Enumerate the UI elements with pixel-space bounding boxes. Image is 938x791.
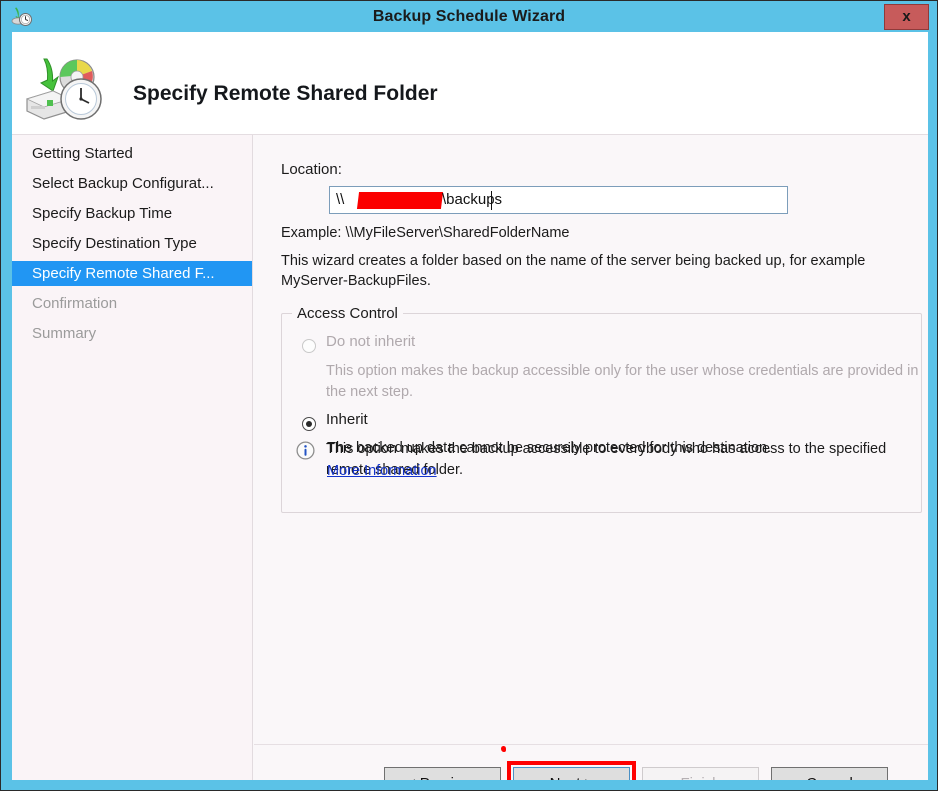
wizard-content-pane: Location: \\ \backups Example: \\MyFileS… xyxy=(254,135,928,780)
backup-disk-clock-icon xyxy=(17,55,109,127)
next-button[interactable]: Next > xyxy=(513,767,630,780)
wizard-client-area: Specify Remote Shared Folder Getting Sta… xyxy=(12,32,928,780)
cancel-button[interactable]: Cancel xyxy=(771,767,888,780)
location-input-suffix: \backups xyxy=(442,191,503,208)
radio-label-inherit[interactable]: Inherit xyxy=(326,411,368,428)
radio-icon-do-not-inherit xyxy=(302,339,316,353)
sidebar-item-getting-started[interactable]: Getting Started xyxy=(12,141,252,166)
page-header: Specify Remote Shared Folder xyxy=(12,32,928,135)
more-information-link[interactable]: More Information xyxy=(327,463,437,479)
window-title: Backup Schedule Wizard xyxy=(372,8,566,25)
page-title: Specify Remote Shared Folder xyxy=(133,82,438,105)
example-hint: Example: \\MyFileServer\SharedFolderName xyxy=(281,225,570,241)
footer-divider xyxy=(254,744,928,745)
radio-icon-inherit[interactable] xyxy=(302,417,316,431)
security-notice-text: The backed up data cannot be securely pr… xyxy=(327,440,772,456)
annotation-dot xyxy=(501,746,506,752)
finish-button: Finish xyxy=(642,767,759,780)
sidebar-item-specify-backup-time[interactable]: Specify Backup Time xyxy=(12,201,252,226)
wizard-steps-sidebar: Getting Started Select Backup Configurat… xyxy=(12,135,253,780)
access-control-legend: Access Control xyxy=(292,305,403,322)
location-input-prefix: \\ xyxy=(336,191,345,208)
sidebar-item-specify-destination[interactable]: Specify Destination Type xyxy=(12,231,252,256)
redaction-block xyxy=(356,192,444,209)
close-button[interactable]: x xyxy=(884,4,929,30)
sidebar-item-select-backup-config[interactable]: Select Backup Configurat... xyxy=(12,171,252,196)
wizard-description: This wizard creates a folder based on th… xyxy=(281,253,866,289)
sidebar-item-confirmation: Confirmation xyxy=(32,295,118,312)
location-input[interactable]: \\ \backups xyxy=(329,186,788,214)
sidebar-item-specify-remote-share[interactable]: Specify Remote Shared F... xyxy=(12,261,252,286)
wizard-window: Backup Schedule Wizard x Specify Remote … xyxy=(0,0,938,791)
title-bar: Backup Schedule Wizard x xyxy=(1,1,937,32)
location-label: Location: xyxy=(281,161,342,178)
sidebar-item-summary: Summary xyxy=(32,325,97,342)
text-caret xyxy=(491,191,492,210)
previous-button[interactable]: < Previous xyxy=(384,767,501,780)
radio-label-do-not-inherit: Do not inherit xyxy=(326,333,416,350)
close-icon: x xyxy=(902,8,911,25)
radio-description-do-not-inherit: This option makes the backup accessible … xyxy=(326,363,919,400)
info-icon xyxy=(296,441,315,460)
